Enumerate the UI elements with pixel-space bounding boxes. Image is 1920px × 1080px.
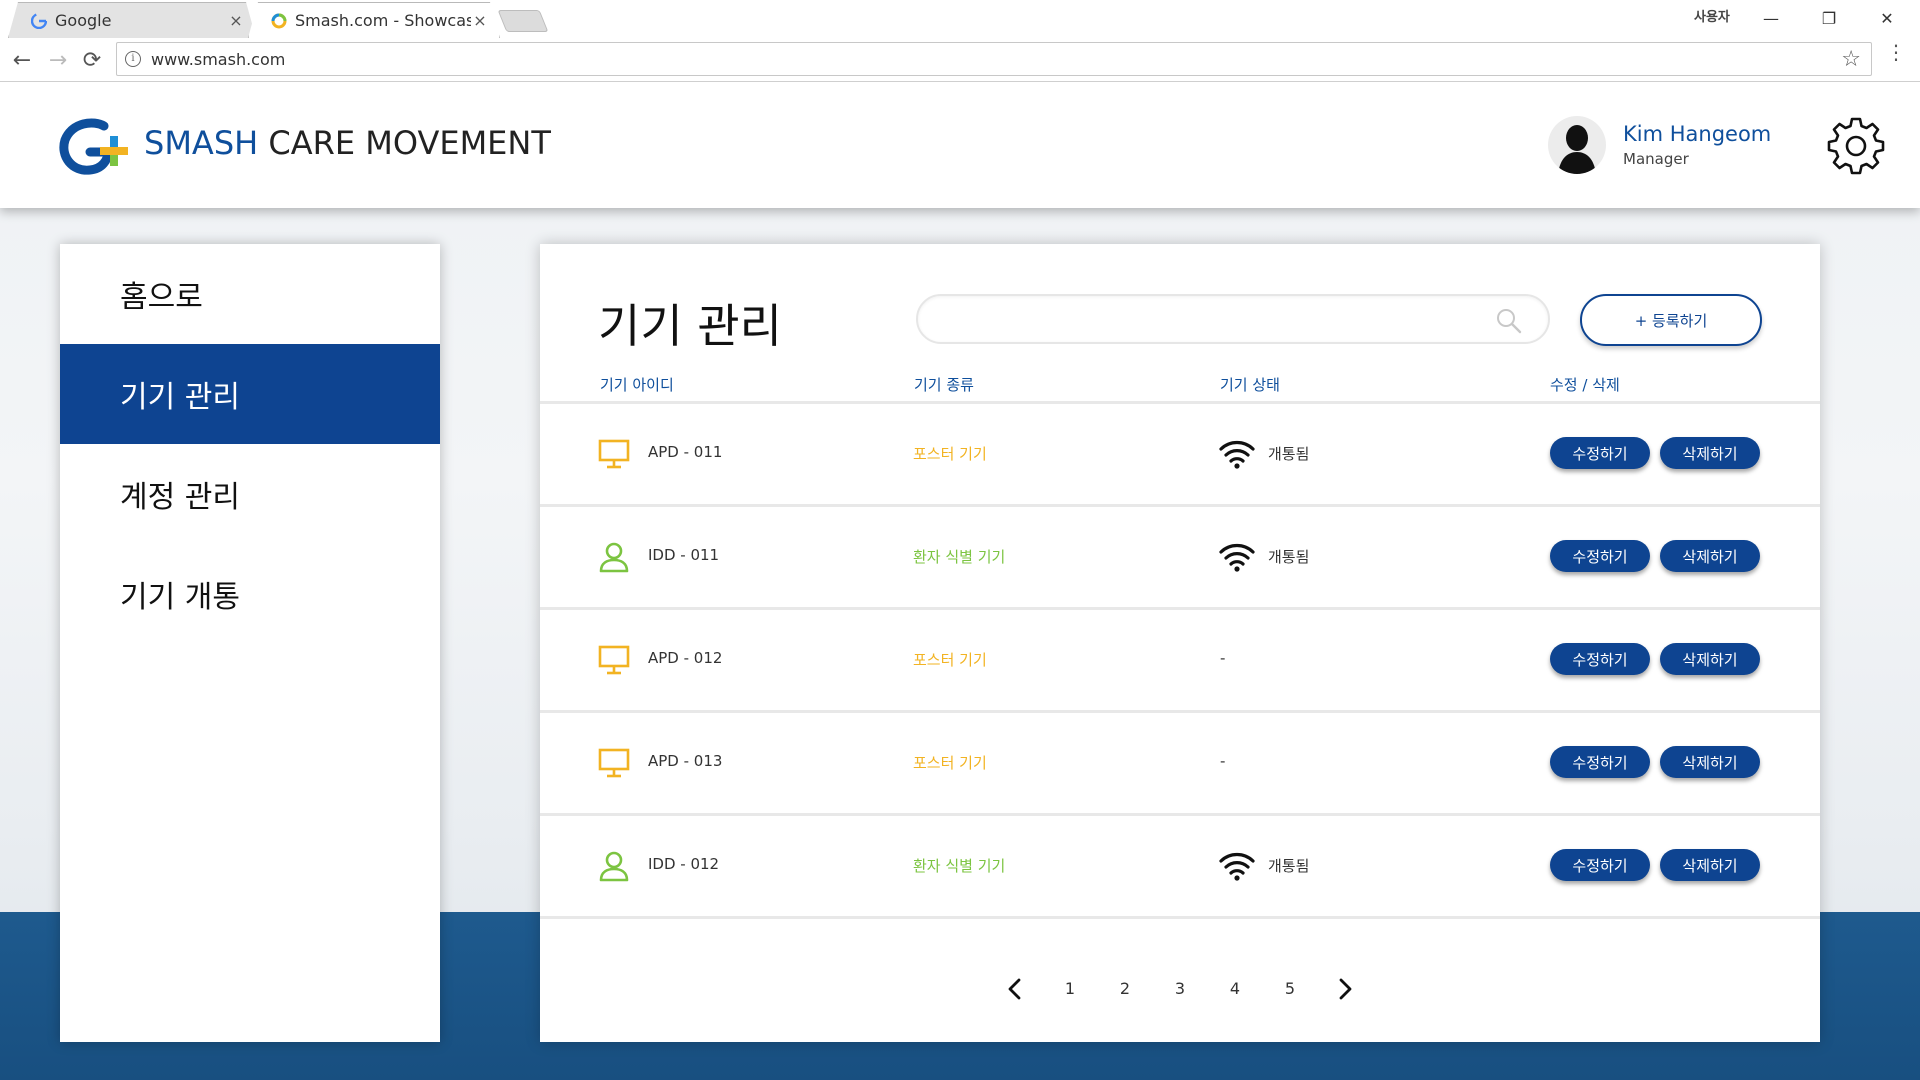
page-number[interactable]: 3	[1165, 979, 1195, 998]
site-header: SMASH CARE MOVEMENT Kim Hangeom Manager	[0, 82, 1920, 208]
page-title: 기기 관리	[598, 299, 782, 353]
smash-favicon-icon	[271, 13, 287, 29]
table-row: APD - 012 포스터 기기 - 수정하기 삭제하기	[540, 610, 1820, 713]
table-header: 기기 아이디 기기 종류 기기 상태 수정 / 삭제	[540, 374, 1820, 404]
browser-tab-bar: Google × Smash.com - Showcasin × 사용자 — ❐…	[0, 0, 1920, 38]
delete-button[interactable]: 삭제하기	[1660, 437, 1760, 469]
wifi-icon	[1219, 544, 1255, 572]
device-id: APD - 012	[648, 649, 723, 667]
page-number[interactable]: 1	[1055, 979, 1085, 998]
column-header-device-id: 기기 아이디	[600, 376, 674, 394]
device-type: 포스터 기기	[913, 754, 987, 772]
chevron-right-icon[interactable]	[1330, 974, 1360, 1004]
window-user-label: 사용자	[1694, 10, 1730, 25]
brand-care-movement: CARE MOVEMENT	[268, 124, 551, 162]
tab-title: Smash.com - Showcasin	[295, 11, 471, 30]
new-tab-button[interactable]	[497, 10, 549, 32]
table-row: IDD - 012 환자 식별 기기 개통됨 수정하기 삭제하기	[540, 816, 1820, 919]
back-button[interactable]: ←	[8, 46, 36, 74]
delete-button[interactable]: 삭제하기	[1660, 746, 1760, 778]
wifi-icon	[1219, 853, 1255, 881]
brand-title[interactable]: SMASH CARE MOVEMENT	[144, 124, 551, 162]
smash-logo-icon[interactable]	[58, 116, 132, 176]
monitor-icon	[598, 439, 630, 469]
device-type: 환자 식별 기기	[913, 857, 1006, 875]
device-id: APD - 011	[648, 443, 723, 461]
table-row: APD - 013 포스터 기기 - 수정하기 삭제하기	[540, 713, 1820, 816]
avatar[interactable]	[1548, 116, 1606, 174]
monitor-icon	[598, 748, 630, 778]
device-status: 개통됨	[1268, 445, 1310, 463]
sidebar: 홈으로 기기 관리 계정 관리 기기 개통	[60, 244, 440, 1042]
register-button[interactable]: + 등록하기	[1580, 294, 1762, 346]
page-number[interactable]: 2	[1110, 979, 1140, 998]
close-tab-icon[interactable]: ×	[471, 11, 489, 30]
pagination: 1 2 3 4 5	[540, 970, 1820, 1010]
column-header-device-status: 기기 상태	[1220, 376, 1280, 394]
sidebar-item-device-management[interactable]: 기기 관리	[60, 344, 440, 444]
device-id: IDD - 011	[648, 546, 720, 564]
url-field[interactable]: i www.smash.com ☆	[116, 42, 1872, 76]
user-silhouette-icon	[1558, 125, 1596, 174]
person-icon	[599, 851, 629, 882]
minimize-button[interactable]: —	[1748, 4, 1794, 32]
edit-button[interactable]: 수정하기	[1550, 849, 1650, 881]
brand-smash: SMASH	[144, 124, 259, 162]
reload-button[interactable]: ⟳	[78, 46, 106, 74]
url-text[interactable]: www.smash.com	[151, 50, 1841, 69]
delete-button[interactable]: 삭제하기	[1660, 849, 1760, 881]
browser-menu-icon[interactable]: ⋮	[1886, 42, 1906, 62]
edit-button[interactable]: 수정하기	[1550, 437, 1650, 469]
column-header-edit-delete: 수정 / 삭제	[1550, 376, 1620, 394]
delete-button[interactable]: 삭제하기	[1660, 540, 1760, 572]
address-bar: ← → ⟳ i www.smash.com ☆	[0, 38, 1920, 82]
close-window-button[interactable]: ✕	[1864, 4, 1910, 32]
browser-tab-google[interactable]: Google ×	[8, 2, 256, 38]
device-status: 개통됨	[1268, 857, 1310, 875]
search-input[interactable]	[938, 306, 1498, 334]
column-header-device-type: 기기 종류	[914, 376, 974, 394]
bookmark-star-icon[interactable]: ☆	[1841, 47, 1871, 72]
page-number[interactable]: 4	[1220, 979, 1250, 998]
google-favicon-icon	[31, 13, 47, 29]
device-status: -	[1220, 649, 1226, 667]
restore-button[interactable]: ❐	[1806, 4, 1852, 32]
page: SMASH CARE MOVEMENT Kim Hangeom Manager …	[0, 82, 1920, 1080]
tab-title: Google	[55, 11, 112, 30]
delete-button[interactable]: 삭제하기	[1660, 643, 1760, 675]
device-type: 포스터 기기	[913, 445, 987, 463]
browser-tab-smash[interactable]: Smash.com - Showcasin ×	[248, 2, 500, 38]
page-number[interactable]: 5	[1275, 979, 1305, 998]
monitor-icon	[598, 645, 630, 675]
chevron-left-icon[interactable]	[1000, 974, 1030, 1004]
device-id: APD - 013	[648, 752, 723, 770]
device-status: -	[1220, 752, 1226, 770]
search-box[interactable]	[916, 294, 1550, 344]
info-icon[interactable]: i	[125, 51, 141, 67]
sidebar-item-home[interactable]: 홈으로	[60, 244, 440, 344]
edit-button[interactable]: 수정하기	[1550, 746, 1650, 778]
user-role: Manager	[1623, 150, 1689, 168]
device-type: 환자 식별 기기	[913, 548, 1006, 566]
wifi-icon	[1219, 441, 1255, 469]
table-row: IDD - 011 환자 식별 기기 개통됨 수정하기 삭제하기	[540, 507, 1820, 610]
edit-button[interactable]: 수정하기	[1550, 643, 1650, 675]
table-row: APD - 011 포스터 기기 개통됨 수정하기 삭제하기	[540, 404, 1820, 507]
search-icon[interactable]	[1496, 308, 1522, 334]
forward-button[interactable]: →	[44, 46, 72, 74]
edit-button[interactable]: 수정하기	[1550, 540, 1650, 572]
sidebar-item-account-management[interactable]: 계정 관리	[60, 444, 440, 544]
sidebar-item-device-activation[interactable]: 기기 개통	[60, 544, 440, 644]
device-status: 개통됨	[1268, 548, 1310, 566]
device-id: IDD - 012	[648, 855, 720, 873]
device-management-panel: 기기 관리 + 등록하기 기기 아이디 기기 종류 기기 상태 수정 / 삭제 …	[540, 244, 1820, 1042]
user-name[interactable]: Kim Hangeom	[1623, 122, 1771, 146]
device-type: 포스터 기기	[913, 651, 987, 669]
close-tab-icon[interactable]: ×	[227, 11, 245, 30]
person-icon	[599, 542, 629, 573]
gear-icon[interactable]	[1826, 115, 1886, 175]
